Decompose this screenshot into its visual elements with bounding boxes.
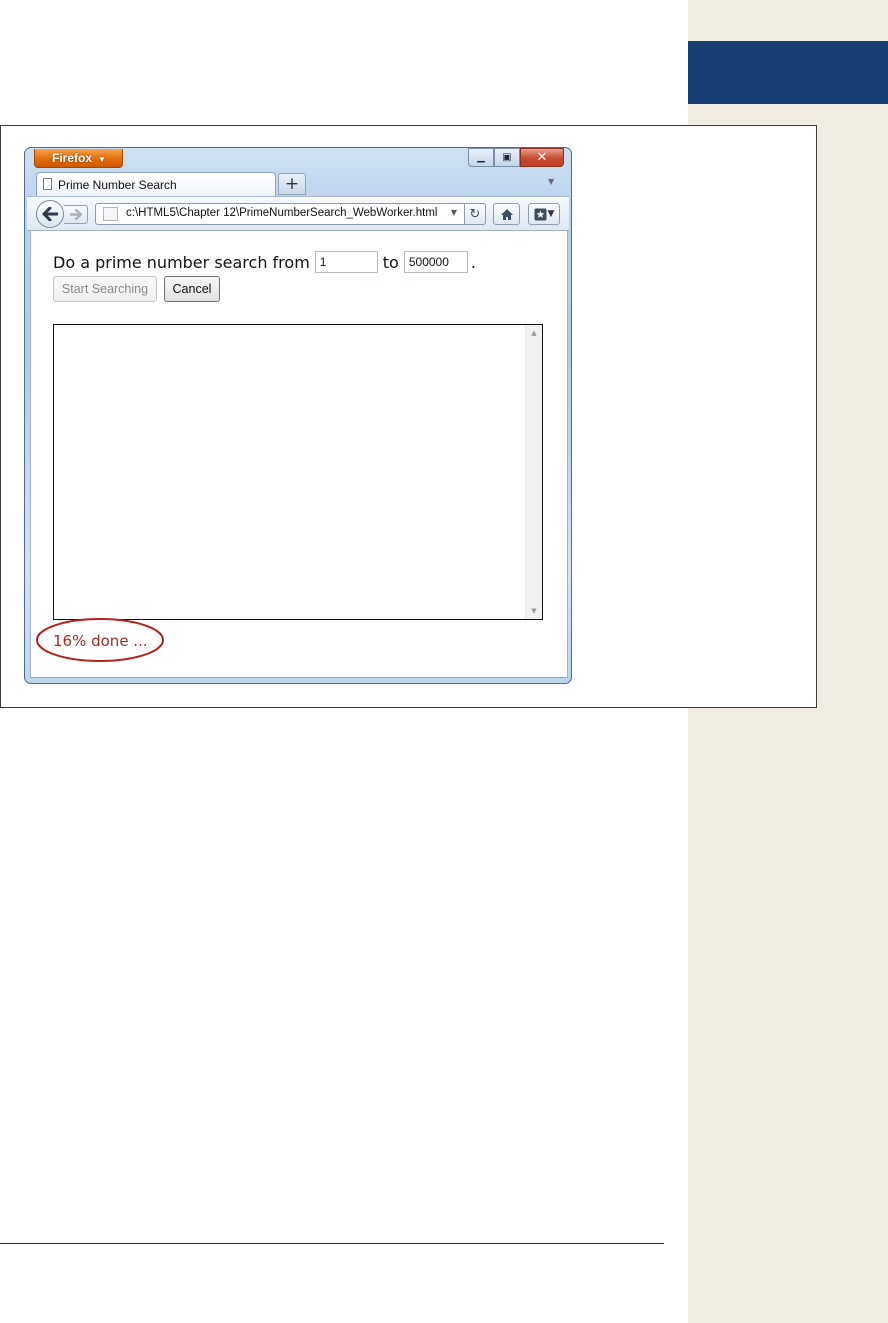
back-button[interactable] <box>36 200 64 228</box>
period: . <box>470 252 476 272</box>
prompt-label: Do a prime number search from <box>53 252 310 272</box>
tab-prime-number-search[interactable]: Prime Number Search <box>36 172 276 197</box>
firefox-menu-label: Firefox <box>52 151 93 165</box>
new-tab-button[interactable]: + <box>278 173 306 195</box>
tab-title: Prime Number Search <box>58 178 177 192</box>
maximize-button[interactable]: ▣ <box>494 148 520 167</box>
forward-arrow-icon <box>69 209 82 220</box>
firefox-menu-button[interactable]: Firefox ▼ <box>34 149 123 168</box>
minimize-button[interactable]: ▁ <box>468 148 494 167</box>
home-icon <box>500 208 513 220</box>
reload-icon: ↻ <box>469 206 481 222</box>
prime-results-list[interactable]: ▲ ▼ <box>53 324 543 620</box>
url-text: c:\HTML5\Chapter 12\PrimeNumberSearch_We… <box>126 207 438 219</box>
navigation-toolbar: c:\HTML5\Chapter 12\PrimeNumberSearch_We… <box>27 196 569 231</box>
home-button[interactable] <box>493 203 520 225</box>
scroll-down-icon[interactable]: ▼ <box>526 604 542 618</box>
bookmarks-star-icon <box>534 208 547 220</box>
bookmarks-dropdown-icon: ▼ <box>547 209 555 219</box>
search-range-prompt: Do a prime number search from to . <box>53 251 476 273</box>
close-button[interactable]: ✕ <box>520 148 564 167</box>
cancel-button[interactable]: Cancel <box>164 276 220 302</box>
url-bar[interactable]: c:\HTML5\Chapter 12\PrimeNumberSearch_We… <box>95 203 465 225</box>
from-number-input[interactable] <box>314 251 378 273</box>
bookmarks-button[interactable]: ▼ <box>528 203 560 225</box>
dropdown-icon: ▼ <box>98 155 106 164</box>
window-controls: ▁ ▣ ✕ <box>468 148 564 168</box>
footer-rule <box>0 1243 664 1244</box>
reload-button[interactable]: ↻ <box>464 203 486 225</box>
scroll-up-icon[interactable]: ▲ <box>526 326 542 340</box>
page-content: Do a prime number search from to . Start… <box>30 231 568 678</box>
start-searching-button[interactable]: Start Searching <box>53 276 157 302</box>
chapter-tab <box>688 41 888 104</box>
status-callout-ellipse <box>36 618 164 662</box>
results-scrollbar[interactable]: ▲ ▼ <box>525 325 542 619</box>
browser-window: Firefox ▼ ▁ ▣ ✕ Prime Number Search + ▼ c… <box>24 147 572 684</box>
back-arrow-icon <box>42 207 58 221</box>
page-icon <box>43 178 52 190</box>
to-number-input[interactable] <box>403 251 468 273</box>
to-label: to <box>382 252 399 272</box>
forward-button[interactable] <box>64 205 88 224</box>
tab-list-icon[interactable]: ▼ <box>548 177 554 186</box>
url-history-dropdown-icon[interactable]: ▼ <box>451 208 457 217</box>
site-identity-icon <box>103 207 118 221</box>
